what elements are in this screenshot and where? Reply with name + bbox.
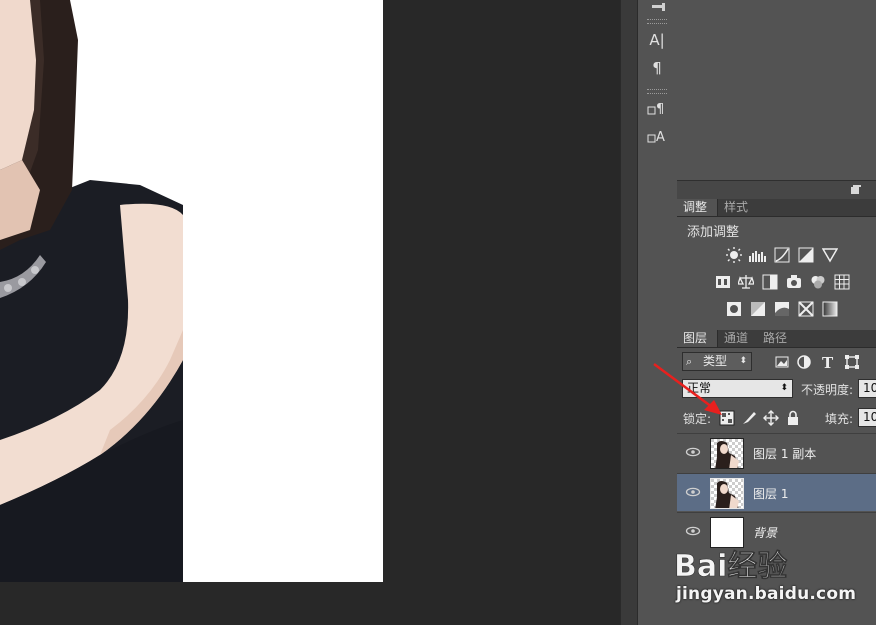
color-lookup-icon[interactable] bbox=[834, 274, 850, 290]
tab-adjustments[interactable]: 调整 bbox=[677, 199, 718, 216]
eye-icon[interactable] bbox=[685, 524, 701, 538]
invert-icon[interactable] bbox=[726, 301, 742, 317]
collapsed-panel-strip: A| ¶ ¶ A bbox=[637, 0, 678, 625]
hue-saturation-icon[interactable] bbox=[715, 274, 731, 290]
opacity-label: 不透明度: bbox=[801, 383, 854, 397]
lock-all-icon[interactable] bbox=[785, 410, 801, 426]
curves-icon[interactable] bbox=[774, 247, 790, 263]
upper-panel-footer bbox=[677, 180, 876, 199]
watermark-brand: Bai经验 bbox=[674, 549, 787, 584]
filter-type-icon[interactable]: T bbox=[820, 354, 836, 370]
exposure-icon[interactable] bbox=[798, 247, 814, 263]
photo-filter-icon[interactable] bbox=[786, 274, 802, 290]
upper-panel bbox=[677, 0, 876, 180]
lock-image-pixels-icon[interactable] bbox=[741, 410, 757, 426]
layer-name[interactable]: 背景 bbox=[753, 524, 777, 541]
strip-grip[interactable] bbox=[647, 89, 667, 94]
panel-dock-separator[interactable] bbox=[620, 0, 637, 625]
canvas-area[interactable] bbox=[0, 0, 620, 625]
panel-menu-icon[interactable] bbox=[849, 184, 861, 196]
strip-grip[interactable] bbox=[647, 19, 667, 24]
eye-icon[interactable] bbox=[685, 485, 701, 499]
tab-paths[interactable]: 路径 bbox=[757, 330, 797, 347]
filter-shape-icon[interactable] bbox=[844, 354, 860, 370]
channel-mixer-icon[interactable] bbox=[810, 274, 826, 290]
gradient-map-icon[interactable] bbox=[822, 301, 838, 317]
threshold-icon[interactable] bbox=[774, 301, 790, 317]
layer-thumbnail bbox=[710, 438, 744, 469]
layer-name[interactable]: 图层 1 副本 bbox=[753, 445, 816, 462]
document-canvas[interactable] bbox=[0, 0, 383, 582]
add-adjustment-title: 添加调整 bbox=[687, 225, 740, 240]
black-white-icon[interactable] bbox=[762, 274, 778, 290]
svg-text:A: A bbox=[656, 130, 665, 145]
layer-name[interactable]: 图层 1 bbox=[753, 485, 788, 502]
filter-pixel-icon[interactable] bbox=[774, 354, 790, 370]
levels-icon[interactable] bbox=[748, 247, 768, 263]
eye-icon[interactable] bbox=[685, 445, 701, 459]
paragraph-styles-icon[interactable]: ¶ bbox=[644, 97, 670, 119]
adjustments-tabbar: 调整 样式 bbox=[677, 199, 876, 217]
paragraph-panel-icon[interactable]: ¶ bbox=[644, 57, 670, 79]
annotation-arrow bbox=[653, 362, 722, 415]
lock-position-icon[interactable] bbox=[763, 410, 779, 426]
tab-layers[interactable]: 图层 bbox=[677, 330, 718, 347]
right-panels: 调整 样式 添加调整 图层 通道 路径 ⌕ 类型 ⬍ T 正常 ⬍ 不透明度: … bbox=[677, 0, 876, 625]
selective-color-icon[interactable] bbox=[798, 301, 814, 317]
color-balance-icon[interactable] bbox=[738, 274, 754, 290]
character-panel-icon[interactable]: A| bbox=[644, 29, 670, 51]
adjustments-panel: 添加调整 bbox=[677, 217, 876, 329]
portrait-photo bbox=[0, 0, 183, 582]
tab-styles[interactable]: 样式 bbox=[718, 199, 758, 216]
vibrance-icon[interactable] bbox=[822, 247, 838, 263]
layer-row[interactable]: 图层 1 bbox=[677, 473, 876, 511]
filter-adjustment-icon[interactable] bbox=[796, 354, 812, 370]
layer-thumbnail bbox=[710, 478, 744, 509]
dropdown-arrows-icon: ⬍ bbox=[739, 356, 747, 366]
dropdown-arrows-icon: ⬍ bbox=[780, 383, 788, 393]
fill-label: 填充: bbox=[825, 412, 854, 426]
layer-row[interactable]: 图层 1 副本 bbox=[677, 433, 876, 471]
baidu-logo: Bai经验 bbox=[674, 549, 788, 584]
tab-channels[interactable]: 通道 bbox=[718, 330, 757, 347]
layers-tabbar: 图层 通道 路径 bbox=[677, 330, 876, 348]
brightness-contrast-icon[interactable] bbox=[726, 247, 742, 263]
opacity-input[interactable]: 100 bbox=[858, 379, 876, 398]
posterize-icon[interactable] bbox=[750, 301, 766, 317]
character-styles-icon[interactable]: A bbox=[644, 125, 670, 147]
fill-input[interactable]: 100 bbox=[858, 408, 876, 427]
pin-icon[interactable] bbox=[644, 0, 670, 12]
watermark-url: jingyan.baidu.com bbox=[676, 584, 857, 604]
svg-text:T: T bbox=[822, 354, 834, 370]
svg-text:¶: ¶ bbox=[656, 102, 664, 117]
